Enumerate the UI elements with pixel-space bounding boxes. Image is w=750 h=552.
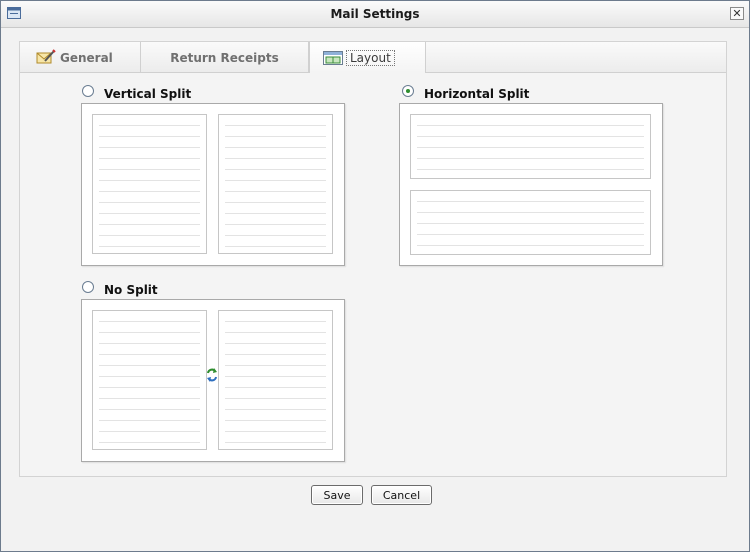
tab-return-receipts-label: Return Receipts	[170, 51, 279, 65]
preview-pane	[92, 114, 207, 254]
option-no-split[interactable]: No Split	[81, 281, 346, 462]
settings-panel: General Return Receipts Layout Vertical …	[19, 41, 727, 477]
no-split-radio[interactable]	[82, 281, 94, 293]
option-horizontal-split[interactable]: Horizontal Split	[399, 85, 666, 266]
preview-pane	[218, 114, 333, 254]
close-button[interactable]: ✕	[730, 7, 744, 20]
horizontal-split-preview[interactable]	[399, 103, 663, 266]
tab-layout-label: Layout	[346, 50, 395, 66]
preview-pane	[410, 190, 651, 255]
vertical-split-preview[interactable]	[81, 103, 345, 266]
preview-pane	[92, 310, 207, 450]
pencil-icon	[36, 49, 56, 64]
layout-icon	[323, 51, 343, 65]
horizontal-split-label: Horizontal Split	[424, 87, 530, 101]
tab-layout[interactable]: Layout	[309, 42, 426, 73]
dialog-title: Mail Settings	[330, 7, 420, 21]
horizontal-split-radio[interactable]	[402, 85, 414, 97]
mail-settings-dialog: Mail Settings ✕ General Return Receipts	[0, 0, 750, 552]
cancel-button[interactable]: Cancel	[371, 485, 432, 505]
vertical-split-radio[interactable]	[82, 85, 94, 97]
title-bar[interactable]: Mail Settings ✕	[1, 1, 749, 28]
no-split-preview[interactable]	[81, 299, 345, 462]
tab-strip: General Return Receipts Layout	[20, 42, 726, 73]
save-button[interactable]: Save	[311, 485, 363, 505]
option-vertical-split[interactable]: Vertical Split	[81, 85, 346, 266]
close-icon: ✕	[732, 7, 742, 20]
no-split-label: No Split	[104, 283, 158, 297]
tab-return-receipts[interactable]: Return Receipts	[141, 42, 309, 72]
preview-pane	[218, 310, 333, 450]
tab-general-label: General	[60, 51, 113, 65]
tab-general[interactable]: General	[20, 42, 141, 72]
vertical-split-label: Vertical Split	[104, 87, 192, 101]
preview-pane	[410, 114, 651, 179]
swap-arrows-icon	[207, 368, 217, 382]
